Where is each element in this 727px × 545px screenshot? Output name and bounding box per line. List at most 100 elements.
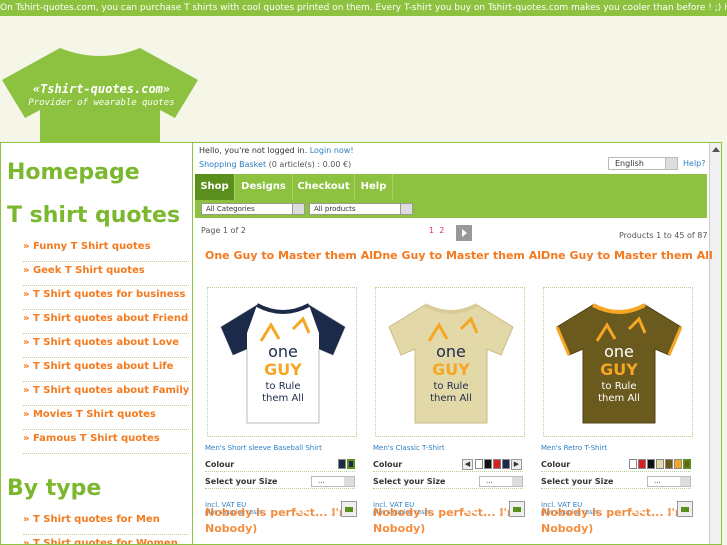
size-row: Select your Size ... — [205, 475, 355, 489]
colour-swatch[interactable] — [475, 459, 483, 469]
product-count: Products 1 to 45 of 87 — [619, 231, 708, 240]
colour-swatch[interactable] — [338, 459, 346, 469]
tab-shop[interactable]: Shop — [195, 174, 235, 200]
tab-designs[interactable]: Designs — [235, 174, 293, 200]
svg-text:one: one — [268, 342, 298, 361]
add-to-cart-button[interactable] — [677, 501, 693, 517]
sidebar-item-movies[interactable]: » Movies T Shirt quotes — [23, 406, 189, 430]
product-image[interactable]: one GUY to Rule them All — [207, 287, 357, 437]
filter-bar: All Categories All products — [195, 200, 707, 218]
size-select[interactable]: ... — [479, 476, 523, 487]
sidebar-item-love[interactable]: » T Shirt quotes about Love — [23, 334, 189, 358]
chevron-right-icon[interactable]: ▶ — [511, 459, 522, 470]
colour-row: Colour ◀ ▶ — [373, 458, 523, 472]
svg-text:them All: them All — [262, 393, 304, 404]
login-link[interactable]: Login now! — [310, 146, 354, 155]
svg-text:to Rule: to Rule — [266, 381, 301, 392]
chevron-down-icon — [665, 158, 677, 169]
tab-help[interactable]: Help — [355, 174, 393, 200]
category-value: All Categories — [206, 205, 255, 213]
product-name[interactable]: Men's Classic T-Shirt — [373, 444, 445, 452]
sidebar-item-business[interactable]: » T Shirt quotes for business — [23, 286, 189, 310]
size-select[interactable]: ... — [647, 476, 691, 487]
chevron-left-icon[interactable]: ◀ — [462, 459, 473, 470]
colour-swatch[interactable] — [484, 459, 492, 469]
language-select[interactable]: English — [608, 157, 678, 170]
sidebar-item-men[interactable]: » T Shirt quotes for Men — [23, 511, 189, 535]
colour-swatch[interactable] — [674, 459, 682, 469]
language-value: English — [615, 159, 644, 168]
next-page-button[interactable] — [456, 225, 472, 241]
add-to-cart-button[interactable] — [341, 501, 357, 517]
colour-swatch[interactable] — [638, 459, 646, 469]
product-image[interactable]: one GUY to Rule them All — [375, 287, 525, 437]
product-name[interactable]: Men's Short sleeve Baseball Shirt — [205, 444, 322, 452]
size-select[interactable]: ... — [311, 476, 355, 487]
svg-text:them All: them All — [598, 393, 640, 404]
tshirt-image-icon: one GUY to Rule them All — [388, 303, 514, 424]
content-frame: Homepage T shirt quotes » Funny T Shirt … — [0, 142, 722, 545]
chevron-down-icon — [400, 204, 412, 214]
product-price: 21,90 € — [464, 506, 502, 516]
tab-checkout[interactable]: Checkout — [293, 174, 355, 200]
next-product-title[interactable]: Nobody is perfect... I'm Nobody) — [541, 505, 697, 537]
colour-swatch-selected[interactable] — [347, 459, 355, 469]
size-row: Select your Size ... — [541, 475, 691, 489]
basket-info: (0 article(s) : 0.00 €) — [268, 160, 352, 169]
colour-swatch[interactable] — [493, 459, 501, 469]
colour-row: Colour — [205, 458, 355, 472]
sidebar-item-family[interactable]: » T Shirt quotes about Family — [23, 382, 189, 406]
svg-text:GUY: GUY — [432, 360, 470, 379]
product-image[interactable]: one GUY to Rule them All — [543, 287, 693, 437]
svg-text:GUY: GUY — [600, 360, 638, 379]
sidebar-item-geek[interactable]: » Geek T Shirt quotes — [23, 262, 189, 286]
product-card: One Guy to Master them All one GUY to Ru… — [537, 247, 713, 544]
product-title[interactable]: One Guy to Master them All — [373, 249, 545, 262]
scroll-up-icon[interactable] — [712, 147, 720, 152]
sidebar-item-women[interactable]: » T Shirt quotes for Women — [23, 535, 189, 544]
sidebar: Homepage T shirt quotes » Funny T Shirt … — [1, 143, 193, 544]
colour-swatch[interactable] — [656, 459, 664, 469]
product-card: One Guy to Master them All one GUY to Ru… — [201, 247, 377, 544]
chevron-down-icon — [292, 204, 304, 214]
product-title[interactable]: One Guy to Master them All — [205, 249, 377, 262]
help-link[interactable]: Help? — [683, 159, 705, 168]
page-link-2[interactable]: 2 — [439, 226, 444, 235]
product-title[interactable]: One Guy to Master them All — [541, 249, 713, 262]
page-link-1[interactable]: 1 — [429, 226, 434, 235]
site-logo[interactable]: «Tshirt-quotes.com» Provider of wearable… — [0, 40, 200, 144]
products-select[interactable]: All products — [309, 203, 413, 215]
colour-label: Colour — [373, 460, 403, 469]
next-product-title[interactable]: Nobody is perfect... I'm Nobody) — [373, 505, 529, 537]
sidebar-section-by-type[interactable]: By type — [7, 476, 101, 501]
next-product-title[interactable]: Nobody is perfect... I'm Nobody) — [205, 505, 361, 537]
page-links: 1 2 — [429, 226, 444, 235]
colour-swatch[interactable] — [629, 459, 637, 469]
top-banner: On Tshirt-quotes.com, you can purchase T… — [0, 0, 727, 16]
basket-status: Shopping Basket (0 article(s) : 0.00 €) — [199, 160, 351, 169]
product-name[interactable]: Men's Retro T-Shirt — [541, 444, 607, 452]
logo-title: «Tshirt-quotes.com» — [32, 82, 171, 96]
sidebar-item-famous[interactable]: » Famous T Shirt quotes — [23, 430, 189, 454]
logo-subtitle: Provider of wearable quotes — [28, 98, 175, 108]
product-price: 21,90 € — [296, 506, 334, 516]
product-card: One Guy to Master them All one GUY to Ru… — [369, 247, 545, 544]
sidebar-item-funny[interactable]: » Funny T Shirt quotes — [23, 238, 189, 262]
colour-swatch[interactable] — [665, 459, 673, 469]
sidebar-item-friendship[interactable]: » T Shirt quotes about Friendship — [23, 310, 189, 334]
products-value: All products — [314, 205, 356, 213]
colour-swatch[interactable] — [502, 459, 510, 469]
shopping-basket-link[interactable]: Shopping Basket — [199, 160, 266, 169]
add-to-cart-button[interactable] — [509, 501, 525, 517]
size-row: Select your Size ... — [373, 475, 523, 489]
category-select[interactable]: All Categories — [201, 203, 305, 215]
sidebar-section-tshirt-quotes[interactable]: T shirt quotes — [7, 203, 180, 228]
sidebar-homepage-link[interactable]: Homepage — [7, 160, 140, 185]
shop-main: Hello, you're not logged in. Login now! … — [195, 143, 721, 544]
colour-swatch-selected[interactable] — [683, 459, 691, 469]
size-value: ... — [654, 477, 661, 485]
sidebar-item-life[interactable]: » T Shirt quotes about Life — [23, 358, 189, 382]
vertical-scrollbar[interactable] — [709, 143, 721, 544]
svg-text:one: one — [436, 342, 466, 361]
colour-swatch[interactable] — [647, 459, 655, 469]
